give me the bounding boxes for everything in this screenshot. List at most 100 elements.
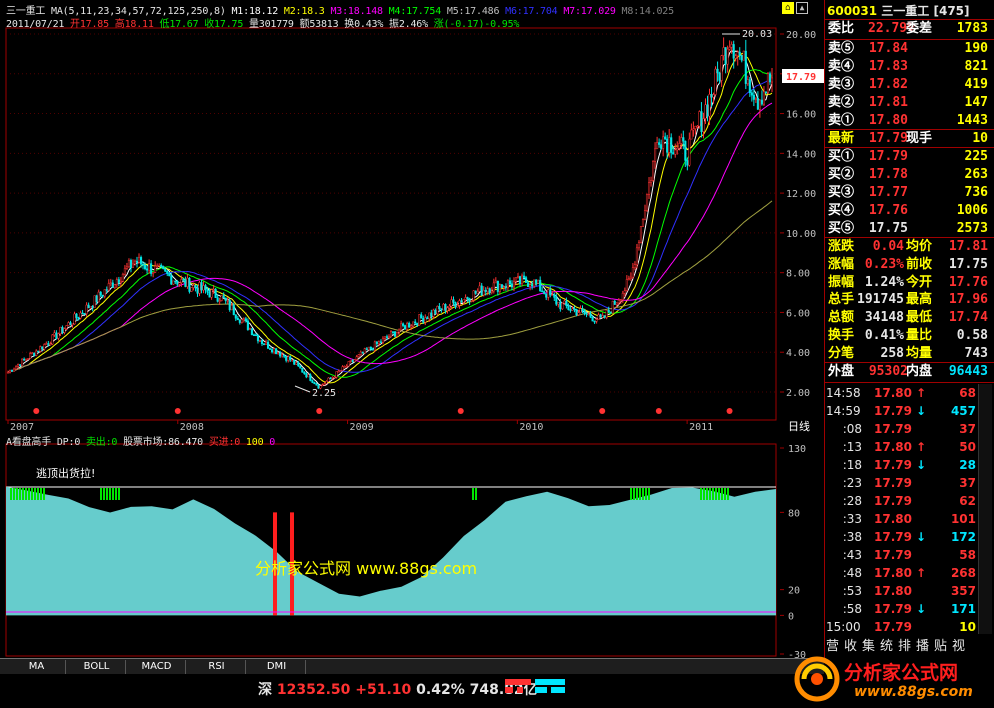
candle-body: [676, 147, 679, 151]
sell-signal-bar: [118, 488, 120, 500]
candle-body: [91, 305, 94, 308]
candle-body: [680, 137, 683, 144]
candle-body: [478, 285, 481, 292]
tick-price: 17.79: [874, 422, 912, 436]
latest-row: 最新 17.79 现手 10: [828, 131, 988, 146]
tick-scrollbar[interactable]: [978, 384, 992, 634]
candle-body: [488, 288, 491, 293]
tab-rsi[interactable]: RSI: [188, 660, 246, 674]
candle-body: [543, 291, 546, 294]
candle-body: [758, 99, 761, 110]
tick-time: 14:59: [826, 404, 861, 418]
indicator-chart[interactable]: 分析家公式网 www.88gs.com: [0, 432, 780, 658]
sell-signal-bar: [115, 488, 117, 500]
candle-body: [337, 370, 340, 373]
event-marker-icon[interactable]: [599, 408, 606, 414]
candle-body: [494, 280, 497, 284]
candle-body: [57, 333, 60, 339]
scroll-up-icon[interactable]: ▲: [796, 2, 808, 14]
year-tick: 2010: [519, 422, 543, 432]
candle-body: [652, 161, 655, 181]
tick-volume: 457: [950, 404, 976, 418]
bid-row-3: 买③ 17.77 736: [826, 184, 990, 202]
tab-macd[interactable]: MACD: [128, 660, 186, 674]
home-icon[interactable]: ⌂: [782, 2, 794, 14]
tick-price: 17.79: [874, 404, 912, 418]
candle-body: [12, 368, 16, 372]
ask-row-2-label: 卖②: [828, 95, 855, 110]
candle-body: [426, 317, 429, 320]
candle-body: [154, 265, 157, 273]
event-marker-icon[interactable]: [33, 408, 40, 414]
candle-body: [208, 291, 211, 298]
arrow-up-icon: ↑: [916, 566, 927, 580]
tick-volume: 10: [959, 620, 976, 634]
candle-body: [23, 358, 26, 361]
tab-ma[interactable]: MA: [8, 660, 66, 674]
sell-signal-bar: [472, 488, 474, 500]
candle-body: [508, 280, 511, 285]
candle-body: [73, 313, 76, 325]
candle-body: [480, 285, 483, 296]
tab-dmi[interactable]: DMI: [248, 660, 306, 674]
candle-body: [587, 313, 590, 316]
candle-body: [454, 302, 457, 308]
stat-value: 0.58: [956, 328, 988, 343]
sell-signal-bar: [103, 488, 105, 500]
event-marker-icon[interactable]: [726, 408, 733, 414]
candle-body: [329, 377, 332, 380]
candle-body: [520, 275, 524, 285]
indicator-title: A看盘高手: [6, 437, 52, 448]
event-marker-icon[interactable]: [655, 408, 662, 414]
candle-body: [387, 336, 391, 339]
tick-price: 17.80: [874, 566, 912, 580]
ask-row-5: 卖⑤ 17.84 190: [826, 40, 990, 58]
candle-body: [313, 382, 316, 385]
ask-row-4-price: 17.83: [868, 59, 908, 74]
candle-body: [71, 323, 74, 326]
stat-label: 均量: [906, 345, 933, 361]
candle-body: [351, 360, 354, 362]
event-marker-icon[interactable]: [174, 408, 181, 414]
bid-row-3-label: 买③: [828, 185, 855, 200]
candle-body: [222, 295, 225, 299]
tick-volume: 172: [950, 530, 976, 544]
main-price-chart[interactable]: 20.03 2.25 2007 2008 2009 2010 2011: [0, 0, 780, 432]
indicator-note: 逃顶出货拉!: [36, 467, 96, 480]
price-max-label: 20.03: [742, 29, 772, 40]
candle-body: [424, 317, 427, 323]
candle-body: [236, 317, 239, 321]
candle-body: [65, 325, 68, 329]
tick-volume: 50: [959, 440, 976, 454]
candle-body: [226, 300, 229, 302]
candle-body: [595, 319, 598, 322]
price-y-tick: 6.00: [786, 308, 810, 319]
candle-body: [764, 91, 768, 94]
sell-signal-bar: [25, 488, 27, 500]
event-marker-icon[interactable]: [316, 408, 323, 414]
tab-boll[interactable]: BOLL: [68, 660, 126, 674]
stat-value: 17.75: [948, 256, 988, 272]
candle-body: [504, 286, 507, 289]
year-axis: 2007 2008 2009 2010 2011: [6, 419, 776, 432]
ask-row-1-label: 卖①: [828, 113, 855, 128]
candle-body: [111, 282, 114, 289]
candle-body: [619, 299, 622, 302]
candle-body: [716, 68, 719, 74]
stock-code: 600031: [827, 4, 878, 18]
candle-body: [250, 328, 253, 336]
candle-body: [418, 314, 421, 326]
indicator-y-tick: 130: [788, 444, 806, 455]
candle-body: [39, 346, 42, 352]
current-price-tag: 17.79: [786, 72, 816, 83]
candle-body: [696, 125, 699, 128]
candle-body: [577, 312, 580, 316]
candle-body: [559, 302, 562, 310]
candle-body: [19, 364, 22, 366]
tick-price: 17.79: [874, 548, 912, 562]
bid-row-4-label: 买④: [828, 203, 855, 218]
candle-body: [139, 257, 143, 265]
candle-body: [194, 285, 197, 289]
event-marker-icon[interactable]: [457, 408, 464, 414]
indicator-dp: DP:0: [56, 437, 81, 448]
